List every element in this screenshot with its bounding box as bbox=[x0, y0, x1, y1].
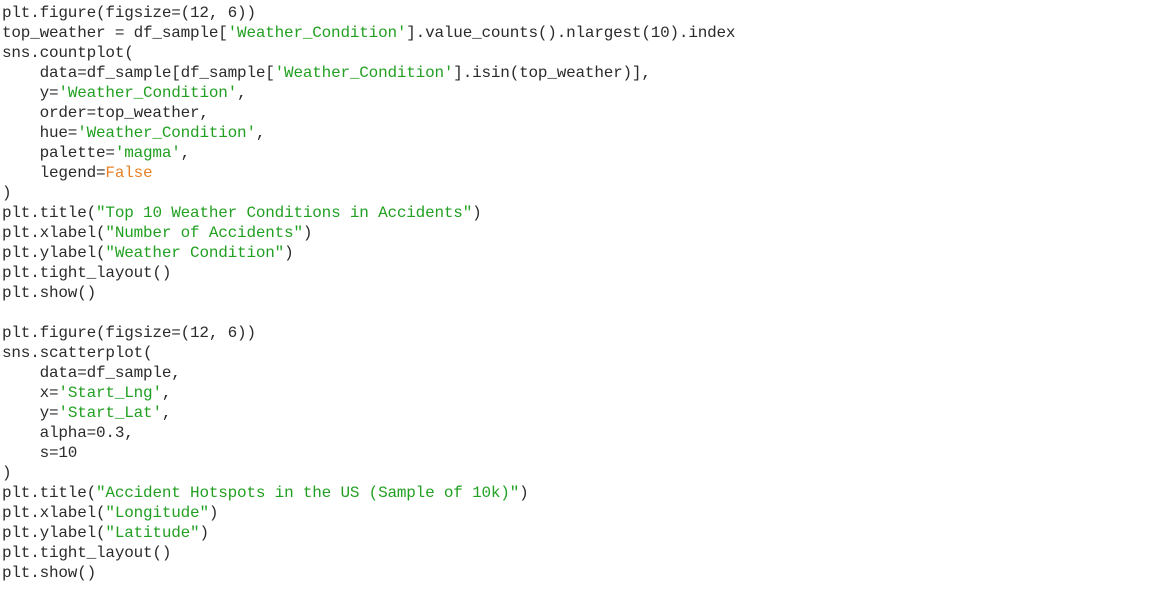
code-line: plt.xlabel("Longitude") bbox=[2, 503, 735, 523]
code-editor[interactable]: plt.figure(figsize=(12, 6)) top_weather =… bbox=[2, 3, 736, 583]
code-token: plt.title( bbox=[2, 204, 97, 222]
code-token: palette= bbox=[2, 144, 115, 162]
code-token: , bbox=[161, 384, 172, 402]
string-literal: "Weather Condition" bbox=[105, 244, 285, 262]
code-line: plt.show() bbox=[2, 283, 735, 303]
code-token: plt.tight_layout() bbox=[2, 544, 172, 562]
code-line: plt.tight_layout() bbox=[2, 263, 735, 283]
code-line: plt.xlabel("Number of Accidents") bbox=[2, 223, 735, 243]
string-literal: "Number of Accidents" bbox=[105, 224, 303, 242]
code-token: , bbox=[237, 84, 247, 102]
code-token: ) bbox=[2, 464, 12, 482]
code-token: plt.xlabel( bbox=[2, 224, 106, 242]
code-line: plt.show() bbox=[2, 563, 735, 583]
code-line: order=top_weather, bbox=[2, 103, 735, 123]
code-token: legend= bbox=[2, 164, 106, 182]
code-line: plt.figure(figsize=(12, 6)) bbox=[2, 323, 735, 343]
code-token: x= bbox=[2, 384, 59, 402]
code-line: ) bbox=[2, 463, 735, 483]
code-line: top_weather = df_sample['Weather_Conditi… bbox=[2, 23, 736, 43]
code-token: sns.countplot( bbox=[2, 44, 134, 62]
code-token: plt.xlabel( bbox=[2, 504, 106, 522]
code-line: plt.tight_layout() bbox=[2, 543, 735, 563]
code-line: y='Start_Lat', bbox=[2, 403, 735, 423]
code-token: ].isin(top_weather)], bbox=[453, 64, 651, 82]
code-token: plt.tight_layout() bbox=[2, 264, 172, 282]
string-literal: "Longitude" bbox=[105, 504, 209, 522]
code-token: ) bbox=[199, 524, 209, 542]
code-line: plt.ylabel("Latitude") bbox=[2, 523, 735, 543]
code-token: y= bbox=[2, 404, 59, 422]
string-literal: 'Start_Lat' bbox=[58, 404, 162, 422]
code-token: plt.title( bbox=[2, 484, 97, 502]
code-token: order=top_weather, bbox=[2, 104, 209, 122]
code-line: plt.figure(figsize=(12, 6)) bbox=[2, 3, 735, 23]
code-token: , bbox=[255, 124, 266, 142]
string-literal: 'Weather_Condition' bbox=[274, 64, 454, 82]
string-literal: 'Start_Lng' bbox=[58, 384, 162, 402]
code-token: plt.ylabel( bbox=[2, 524, 106, 542]
string-literal: 'magma' bbox=[114, 144, 181, 162]
code-token: ) bbox=[2, 184, 12, 202]
string-literal: 'Weather_Condition' bbox=[227, 24, 407, 42]
code-token: ) bbox=[208, 504, 219, 522]
code-token: plt.figure(figsize=(12, 6)) bbox=[2, 324, 256, 342]
code-token: hue= bbox=[2, 124, 78, 142]
code-line: x='Start_Lng', bbox=[2, 383, 735, 403]
code-line: s=10 bbox=[2, 443, 735, 463]
code-token: plt.show() bbox=[2, 284, 97, 302]
code-token: plt.figure(figsize=(12, 6)) bbox=[2, 4, 256, 22]
code-token: ].value_counts().nlargest(10).index bbox=[406, 24, 736, 42]
code-token: , bbox=[161, 404, 172, 422]
code-line: plt.ylabel("Weather Condition") bbox=[2, 243, 735, 263]
code-token: ) bbox=[472, 204, 482, 222]
code-token: sns.scatterplot( bbox=[2, 344, 153, 362]
code-token: ) bbox=[284, 244, 294, 262]
string-literal: "Accident Hotspots in the US (Sample of … bbox=[96, 484, 520, 502]
string-literal: "Top 10 Weather Conditions in Accidents" bbox=[96, 204, 473, 222]
keyword-literal: False bbox=[105, 164, 153, 182]
code-token: top_weather = df_sample[ bbox=[2, 24, 228, 42]
code-token: y= bbox=[2, 84, 59, 102]
code-line: data=df_sample, bbox=[2, 363, 735, 383]
code-line: palette='magma', bbox=[2, 143, 735, 163]
string-literal: "Latitude" bbox=[105, 524, 200, 542]
code-line: ) bbox=[2, 183, 735, 203]
code-line: y='Weather_Condition', bbox=[2, 83, 735, 103]
code-token: plt.ylabel( bbox=[2, 244, 106, 262]
code-token: ) bbox=[519, 484, 529, 502]
code-token: s=10 bbox=[2, 444, 78, 462]
code-line: sns.countplot( bbox=[2, 43, 735, 63]
string-literal: 'Weather_Condition' bbox=[58, 84, 238, 102]
code-line: alpha=0.3, bbox=[2, 423, 735, 443]
code-token: data=df_sample[df_sample[ bbox=[2, 64, 275, 82]
code-line: legend=False bbox=[2, 163, 735, 183]
code-line: sns.scatterplot( bbox=[2, 343, 735, 363]
code-token: data=df_sample, bbox=[2, 364, 181, 382]
code-line: plt.title("Accident Hotspots in the US (… bbox=[2, 483, 735, 503]
code-line: data=df_sample[df_sample['Weather_Condit… bbox=[2, 63, 735, 83]
string-literal: 'Weather_Condition' bbox=[77, 124, 256, 142]
code-line: plt.title("Top 10 Weather Conditions in … bbox=[2, 203, 735, 223]
code-token: plt.show() bbox=[2, 564, 97, 582]
code-line: hue='Weather_Condition', bbox=[2, 123, 735, 143]
code-token: alpha=0.3, bbox=[2, 424, 134, 442]
code-token: ) bbox=[302, 224, 313, 242]
code-token: , bbox=[180, 144, 191, 162]
